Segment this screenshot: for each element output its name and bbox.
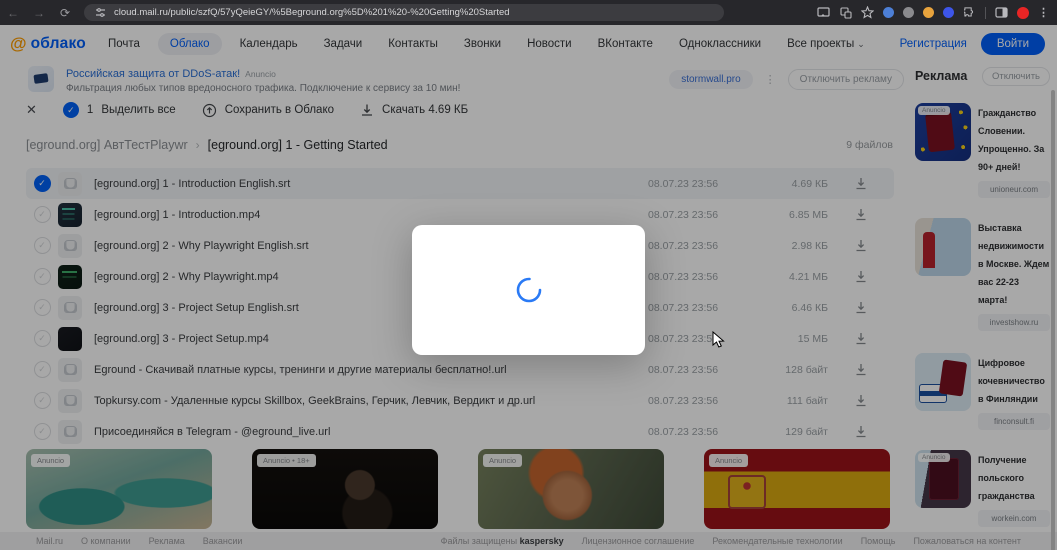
loading-spinner-icon bbox=[514, 275, 544, 305]
browser-reload-icon[interactable]: ⟳ bbox=[52, 6, 78, 20]
cast-icon[interactable] bbox=[817, 6, 830, 19]
browser-back-icon[interactable]: ← bbox=[0, 6, 26, 20]
site-info-icon[interactable] bbox=[94, 6, 107, 19]
record-indicator-icon[interactable] bbox=[1017, 7, 1029, 19]
extension-icon-orange[interactable] bbox=[923, 7, 934, 18]
loading-modal bbox=[412, 225, 645, 355]
browser-menu-icon[interactable]: ⋮ bbox=[1038, 6, 1049, 19]
extension-icon-blue[interactable] bbox=[883, 7, 894, 18]
bookmark-star-icon[interactable] bbox=[861, 6, 874, 19]
extension-icon-gear[interactable] bbox=[903, 7, 914, 18]
chrome-divider bbox=[985, 7, 986, 19]
browser-toolbar-right: ⋮ bbox=[817, 6, 1057, 19]
browser-forward-icon[interactable]: → bbox=[26, 6, 52, 20]
extensions-puzzle-icon[interactable] bbox=[963, 6, 976, 19]
side-panel-icon[interactable] bbox=[995, 6, 1008, 19]
extension-icon-blue-gear[interactable] bbox=[943, 7, 954, 18]
browser-chrome: ← → ⟳ cloud.mail.ru/public/szfQ/57yQeieG… bbox=[0, 0, 1057, 25]
address-bar[interactable]: cloud.mail.ru/public/szfQ/57yQeieGY/%5Be… bbox=[84, 4, 724, 21]
mouse-cursor bbox=[712, 331, 726, 349]
translate-icon[interactable] bbox=[839, 6, 852, 19]
url-text: cloud.mail.ru/public/szfQ/57yQeieGY/%5Be… bbox=[114, 7, 510, 18]
